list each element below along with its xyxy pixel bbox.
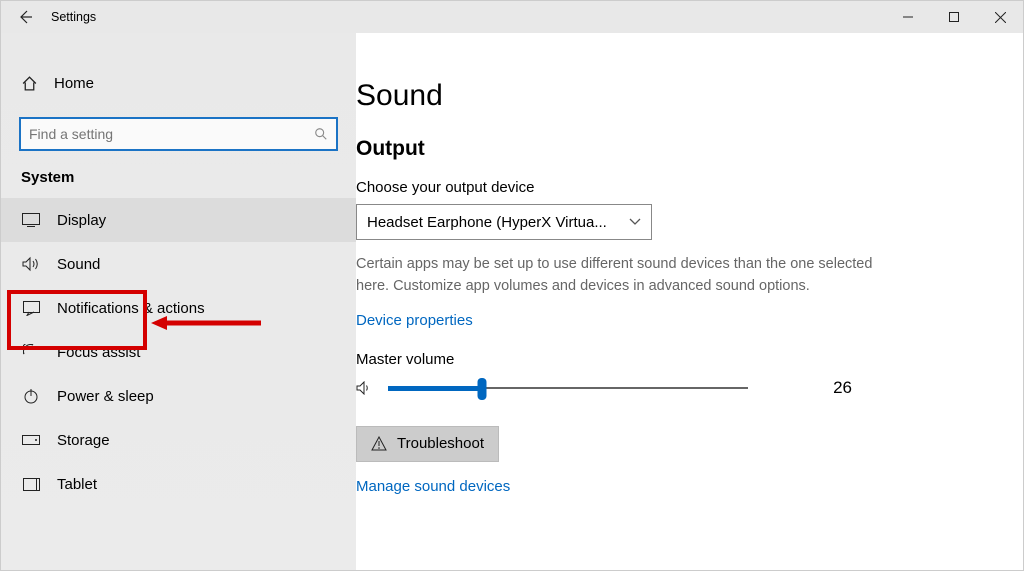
search-icon bbox=[314, 127, 328, 141]
sound-icon bbox=[21, 256, 41, 272]
search-input[interactable] bbox=[29, 126, 314, 142]
chevron-down-icon bbox=[629, 218, 641, 226]
sidebar-item-label: Power & sleep bbox=[57, 388, 154, 405]
device-properties-link[interactable]: Device properties bbox=[356, 312, 473, 329]
sidebar-item-label: Display bbox=[57, 212, 106, 229]
dropdown-value: Headset Earphone (HyperX Virtua... bbox=[367, 214, 629, 231]
slider-fill bbox=[388, 386, 482, 391]
troubleshoot-label: Troubleshoot bbox=[397, 435, 484, 452]
close-button[interactable] bbox=[977, 1, 1023, 33]
sidebar-item-power-sleep[interactable]: Power & sleep bbox=[1, 374, 356, 418]
titlebar: Settings bbox=[1, 1, 1023, 33]
sidebar-item-label: Notifications & actions bbox=[57, 300, 205, 317]
page-title: Sound bbox=[356, 79, 995, 113]
section-title: Output bbox=[356, 137, 995, 161]
search-input-container[interactable] bbox=[19, 117, 338, 151]
slider-thumb[interactable] bbox=[477, 378, 486, 400]
output-device-dropdown[interactable]: Headset Earphone (HyperX Virtua... bbox=[356, 204, 652, 240]
sidebar: Home System Display Sound bbox=[1, 33, 356, 570]
warning-icon bbox=[371, 436, 387, 451]
output-hint-text: Certain apps may be set up to use differ… bbox=[356, 254, 876, 298]
minimize-button[interactable] bbox=[885, 1, 931, 33]
home-icon bbox=[21, 75, 38, 92]
home-nav-item[interactable]: Home bbox=[1, 61, 356, 105]
sidebar-item-label: Focus assist bbox=[57, 344, 140, 361]
sidebar-item-display[interactable]: Display bbox=[1, 198, 356, 242]
manage-devices-link[interactable]: Manage sound devices bbox=[356, 478, 510, 495]
sidebar-item-notifications[interactable]: Notifications & actions bbox=[1, 286, 356, 330]
power-icon bbox=[21, 388, 41, 404]
focus-assist-icon bbox=[21, 344, 41, 360]
sidebar-item-label: Tablet bbox=[57, 476, 97, 493]
sidebar-item-focus-assist[interactable]: Focus assist bbox=[1, 330, 356, 374]
troubleshoot-button[interactable]: Troubleshoot bbox=[356, 426, 499, 462]
output-device-label: Choose your output device bbox=[356, 179, 995, 196]
volume-value: 26 bbox=[792, 378, 852, 398]
storage-icon bbox=[21, 435, 41, 445]
master-volume-label: Master volume bbox=[356, 351, 995, 368]
sidebar-item-storage[interactable]: Storage bbox=[1, 418, 356, 462]
sidebar-item-label: Storage bbox=[57, 432, 110, 449]
tablet-icon bbox=[21, 478, 41, 491]
category-label: System bbox=[1, 169, 356, 198]
sidebar-item-tablet[interactable]: Tablet bbox=[1, 462, 356, 506]
back-button[interactable] bbox=[15, 7, 35, 27]
sidebar-item-sound[interactable]: Sound bbox=[1, 242, 356, 286]
content-area: Sound Output Choose your output device H… bbox=[356, 33, 1023, 570]
sidebar-item-label: Sound bbox=[57, 256, 100, 273]
display-icon bbox=[21, 213, 41, 227]
window-title: Settings bbox=[51, 10, 96, 24]
notifications-icon bbox=[21, 301, 41, 316]
maximize-button[interactable] bbox=[931, 1, 977, 33]
volume-icon bbox=[356, 381, 374, 395]
volume-slider[interactable] bbox=[388, 376, 748, 400]
home-label: Home bbox=[54, 75, 94, 92]
